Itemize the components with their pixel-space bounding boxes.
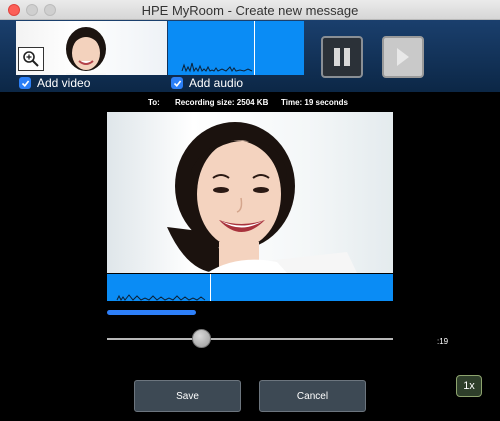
video-preview [107, 112, 393, 273]
checkbox-checked-icon [19, 77, 31, 89]
person-thumbnail-image [66, 27, 106, 75]
save-button[interactable]: Save [134, 380, 241, 412]
audio-waveform-graphic [181, 62, 253, 73]
playback-time-label: :19 [437, 337, 449, 346]
audio-thumbnail-playhead [254, 21, 255, 75]
zoom-in-icon [23, 51, 39, 67]
recording-info: To: Recording size: 2504 KB Time: 19 sec… [0, 98, 500, 110]
zoom-in-button[interactable] [18, 47, 44, 71]
recording-size: Recording size: 2504 KB [175, 98, 269, 107]
playback-slider-track[interactable] [107, 338, 393, 340]
checkbox-checked-icon [171, 77, 183, 89]
pause-icon [334, 48, 350, 66]
play-button[interactable] [382, 36, 424, 78]
playback-slider-thumb[interactable] [192, 329, 211, 348]
add-audio-label: Add audio [189, 76, 244, 90]
title-bar: HPE MyRoom - Create new message [0, 0, 500, 20]
add-video-checkbox[interactable]: Add video [19, 76, 90, 90]
window-title: HPE MyRoom - Create new message [141, 3, 359, 18]
recording-time: Time: 19 seconds [281, 98, 348, 107]
to-label: To: [148, 98, 160, 107]
play-icon [397, 48, 409, 66]
audio-waveform[interactable] [107, 274, 393, 301]
playback-speed-button[interactable]: 1x [456, 375, 482, 397]
person-video-image [167, 122, 357, 273]
cancel-button[interactable]: Cancel [259, 380, 366, 412]
pause-button[interactable] [321, 36, 363, 78]
add-video-label: Add video [37, 76, 91, 90]
audio-thumbnail[interactable] [168, 21, 304, 75]
waveform-playhead [210, 274, 211, 301]
audio-waveform-graphic [116, 294, 206, 301]
add-audio-checkbox[interactable]: Add audio [171, 76, 243, 90]
recording-progress-bar [107, 310, 196, 315]
